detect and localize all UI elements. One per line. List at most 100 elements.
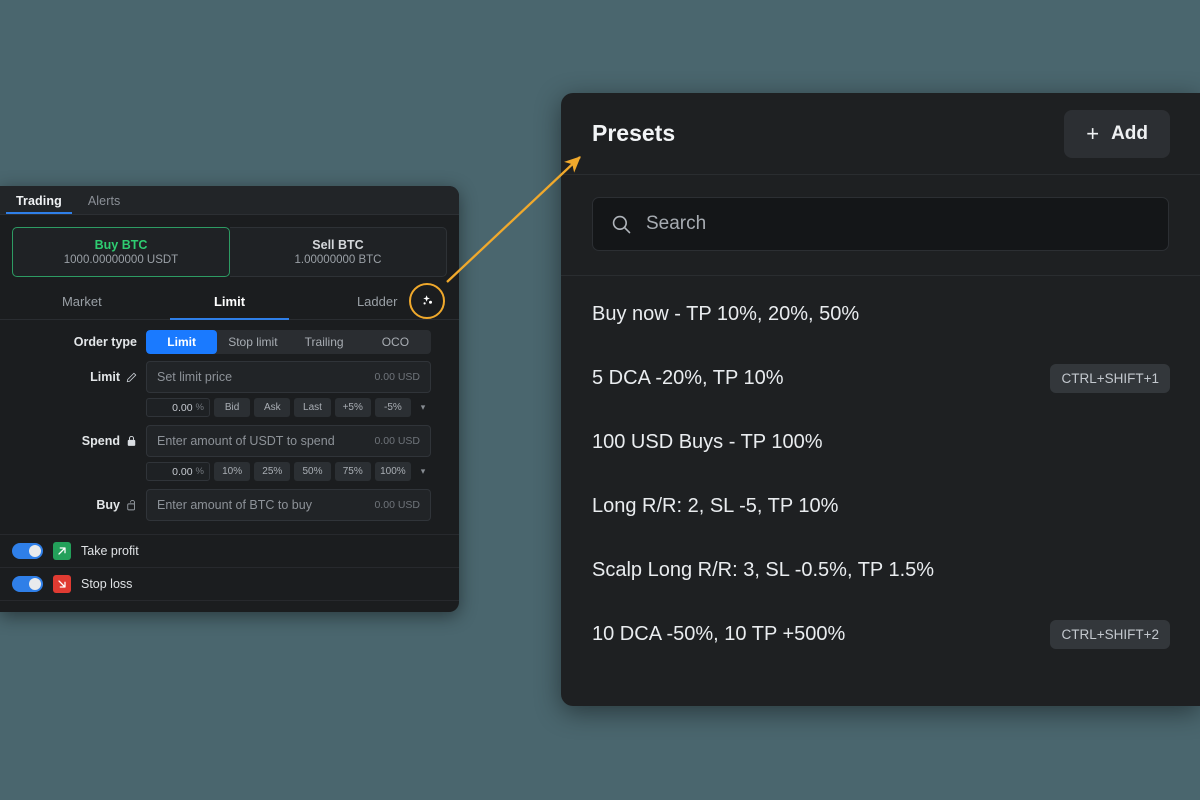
add-preset-button[interactable]: + Add: [1064, 110, 1170, 158]
order-type-stop-limit[interactable]: Stop limit: [217, 330, 288, 354]
spend-row: Spend Enter amount of USDT to spend 0.00…: [0, 425, 445, 457]
spend-label: Spend: [0, 434, 146, 448]
list-item[interactable]: 10 DCA -50%, 10 TP +500% CTRL+SHIFT+2: [561, 602, 1200, 666]
buy-amount-suffix: 0.00 USD: [374, 499, 420, 511]
spend-placeholder: Enter amount of USDT to spend: [157, 434, 374, 448]
presets-panel: Presets + Add Search Buy now - TP 10%, 2…: [561, 93, 1200, 706]
presets-header: Presets + Add: [561, 93, 1200, 175]
order-type-trailing[interactable]: Trailing: [289, 330, 360, 354]
trading-panel: Trading Alerts Buy BTC 1000.00000000 USD…: [0, 186, 459, 612]
stop-loss-label: Stop loss: [81, 577, 132, 591]
buy-side-amount: 1000.00000000 USDT: [64, 254, 178, 266]
order-type-oco[interactable]: OCO: [360, 330, 431, 354]
tab-alerts[interactable]: Alerts: [78, 191, 131, 214]
buy-amount-row: Buy Enter amount of BTC to buy 0.00 USD: [0, 489, 445, 521]
spend-chips-chevron-down-icon[interactable]: ▾: [415, 466, 431, 477]
order-type-segmented: Limit Stop limit Trailing OCO: [146, 330, 431, 354]
preset-shortcut-badge: CTRL+SHIFT+2: [1050, 620, 1170, 649]
sell-side-title: Sell BTC: [312, 238, 363, 252]
tab-market[interactable]: Market: [8, 285, 156, 319]
side-selector: Buy BTC 1000.00000000 USDT Sell BTC 1.00…: [12, 227, 447, 277]
plus-icon: +: [1086, 123, 1099, 145]
limit-price-row: Limit Set limit price 0.00 USD: [0, 361, 445, 393]
limit-quick-chips: 0.00 % Bid Ask Last +5% -5% ▾: [146, 398, 431, 417]
limit-label-text: Limit: [90, 370, 120, 384]
limit-percent-unit: %: [196, 402, 204, 413]
spend-suffix: 0.00 USD: [374, 435, 420, 447]
buy-amount-label: Buy: [0, 498, 146, 512]
spend-input[interactable]: Enter amount of USDT to spend 0.00 USD: [146, 425, 431, 457]
arrow-up-right-icon: [53, 542, 71, 560]
take-profit-row: Take profit: [0, 535, 459, 568]
preset-shortcut-badge: CTRL+SHIFT+1: [1050, 364, 1170, 393]
limit-chips-chevron-down-icon[interactable]: ▾: [415, 402, 431, 413]
sell-side-button[interactable]: Sell BTC 1.00000000 BTC: [230, 227, 447, 277]
spend-percent-value: 0.00: [172, 466, 192, 478]
order-type-row: Order type Limit Stop limit Trailing OCO: [0, 330, 445, 354]
spend-label-text: Spend: [82, 434, 120, 448]
page-title: Presets: [592, 120, 1064, 147]
buy-label-text: Buy: [96, 498, 120, 512]
limit-price-placeholder: Set limit price: [157, 370, 374, 384]
search-input[interactable]: Search: [592, 197, 1169, 251]
limit-percent-value: 0.00: [172, 402, 192, 414]
add-preset-label: Add: [1111, 123, 1148, 145]
list-item[interactable]: 5 DCA -20%, TP 10% CTRL+SHIFT+1: [561, 346, 1200, 410]
arrow-down-right-icon: [53, 575, 71, 593]
presets-list: Buy now - TP 10%, 20%, 50% 5 DCA -20%, T…: [561, 276, 1200, 706]
limit-percent-input[interactable]: 0.00 %: [146, 398, 210, 417]
limit-price-suffix: 0.00 USD: [374, 371, 420, 383]
spend-percent-unit: %: [196, 466, 204, 477]
preset-label: 10 DCA -50%, 10 TP +500%: [592, 623, 1050, 646]
presets-search-area: Search: [561, 175, 1200, 276]
preset-label: Buy now - TP 10%, 20%, 50%: [592, 303, 1170, 326]
lock-closed-icon[interactable]: [126, 435, 137, 447]
screenshot-stage: Trading Alerts Buy BTC 1000.00000000 USD…: [0, 0, 1200, 800]
order-type-label: Order type: [0, 335, 146, 349]
spend-chip-50[interactable]: 50%: [294, 462, 330, 481]
stop-loss-row: Stop loss: [0, 568, 459, 601]
stop-loss-toggle[interactable]: [12, 576, 43, 592]
limit-chip-plus5[interactable]: +5%: [335, 398, 371, 417]
buy-amount-input[interactable]: Enter amount of BTC to buy 0.00 USD: [146, 489, 431, 521]
order-type-limit[interactable]: Limit: [146, 330, 217, 354]
spend-chip-100[interactable]: 100%: [375, 462, 411, 481]
sell-side-amount: 1.00000000 BTC: [295, 254, 382, 266]
order-mode-tabs: Market Limit Ladder: [0, 285, 459, 320]
limit-price-label: Limit: [0, 370, 146, 384]
preset-label: 5 DCA -20%, TP 10%: [592, 367, 1050, 390]
buy-side-title: Buy BTC: [95, 238, 148, 252]
buy-amount-placeholder: Enter amount of BTC to buy: [157, 498, 374, 512]
spend-quick-chips: 0.00 % 10% 25% 50% 75% 100% ▾: [146, 462, 431, 481]
sparkles-icon[interactable]: [418, 292, 436, 310]
take-profit-toggle-knob: [29, 545, 41, 557]
order-form: Order type Limit Stop limit Trailing OCO…: [0, 320, 459, 528]
spend-percent-input[interactable]: 0.00 %: [146, 462, 210, 481]
list-item[interactable]: Buy now - TP 10%, 20%, 50%: [561, 282, 1200, 346]
list-item[interactable]: 100 USD Buys - TP 100%: [561, 410, 1200, 474]
preset-label: 100 USD Buys - TP 100%: [592, 431, 1170, 454]
spend-chip-75[interactable]: 75%: [335, 462, 371, 481]
list-item[interactable]: Long R/R: 2, SL -5, TP 10%: [561, 474, 1200, 538]
take-profit-toggle[interactable]: [12, 543, 43, 559]
lock-open-icon[interactable]: [126, 499, 137, 511]
limit-chip-bid[interactable]: Bid: [214, 398, 250, 417]
limit-chip-ask[interactable]: Ask: [254, 398, 290, 417]
take-profit-label: Take profit: [81, 544, 139, 558]
search-icon: [611, 214, 632, 235]
preset-label: Long R/R: 2, SL -5, TP 10%: [592, 495, 1170, 518]
buy-side-button[interactable]: Buy BTC 1000.00000000 USDT: [12, 227, 230, 277]
search-placeholder: Search: [646, 213, 706, 235]
list-item[interactable]: Scalp Long R/R: 3, SL -0.5%, TP 1.5%: [561, 538, 1200, 602]
spend-chip-25[interactable]: 25%: [254, 462, 290, 481]
protection-toggles: Take profit Stop loss: [0, 534, 459, 601]
tab-trading[interactable]: Trading: [6, 191, 72, 214]
spend-chip-10[interactable]: 10%: [214, 462, 250, 481]
limit-chip-last[interactable]: Last: [294, 398, 330, 417]
limit-chip-minus5[interactable]: -5%: [375, 398, 411, 417]
preset-label: Scalp Long R/R: 3, SL -0.5%, TP 1.5%: [592, 559, 1170, 582]
pencil-icon[interactable]: [126, 372, 137, 383]
tab-limit[interactable]: Limit: [156, 285, 304, 319]
stop-loss-toggle-knob: [29, 578, 41, 590]
limit-price-input[interactable]: Set limit price 0.00 USD: [146, 361, 431, 393]
